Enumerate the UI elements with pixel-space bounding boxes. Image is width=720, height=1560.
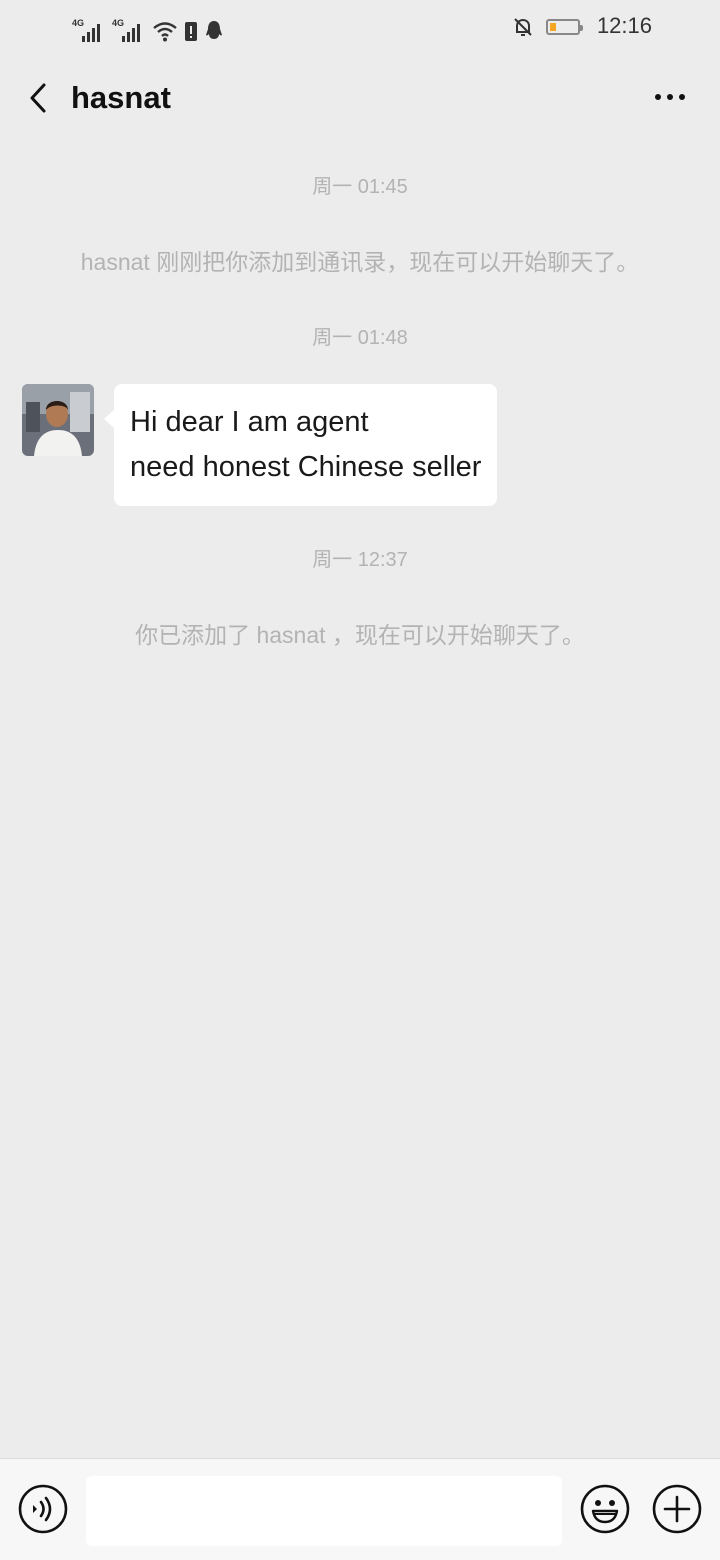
status-bar: 4G 4G 12:16 [0, 0, 720, 56]
battery-fill [550, 23, 556, 31]
back-button[interactable] [18, 78, 58, 118]
timestamp: 周一 12:37 [312, 549, 408, 571]
emoji-icon [580, 1484, 630, 1534]
sim-alert-icon [185, 22, 197, 41]
timestamp: 周一 01:45 [312, 176, 408, 198]
timestamp: 周一 01:48 [312, 327, 408, 349]
battery-icon [546, 19, 583, 35]
plus-button[interactable] [652, 1484, 702, 1534]
voice-icon [18, 1484, 68, 1534]
qq-icon [206, 21, 222, 39]
status-icons-left: 4G 4G [72, 14, 224, 42]
chat-header: hasnat [0, 56, 720, 140]
chat-title: hasnat [71, 80, 171, 115]
plus-icon [652, 1484, 702, 1534]
emoji-button[interactable] [580, 1484, 630, 1534]
voice-button[interactable] [18, 1484, 68, 1534]
more-dots-icon [655, 94, 661, 100]
status-time: 12:16 [596, 13, 652, 38]
chat-area[interactable]: 周一 01:45 hasnat 刚刚把你添加到通讯录，现在可以开始聊天了。 周一… [0, 140, 720, 1458]
message-row: Hi dear I am agent need honest Chinese s… [22, 384, 498, 506]
chevron-left-icon [30, 83, 46, 113]
input-bar [0, 1458, 720, 1560]
avatar[interactable] [22, 384, 94, 456]
signal-icon-1: 4G [72, 18, 106, 42]
wifi-icon [153, 22, 177, 42]
mute-bell-icon [514, 18, 532, 36]
signal-icon-2: 4G [112, 18, 146, 42]
more-button[interactable] [650, 82, 690, 112]
status-icons-right [512, 16, 583, 38]
message-input[interactable] [86, 1476, 562, 1546]
system-message: hasnat 刚刚把你添加到通讯录，现在可以开始聊天了。 [80, 249, 640, 275]
message-bubble[interactable]: Hi dear I am agent need honest Chinese s… [103, 384, 498, 506]
system-message: 你已添加了 hasnat ，现在可以开始聊天了。 [135, 622, 585, 648]
